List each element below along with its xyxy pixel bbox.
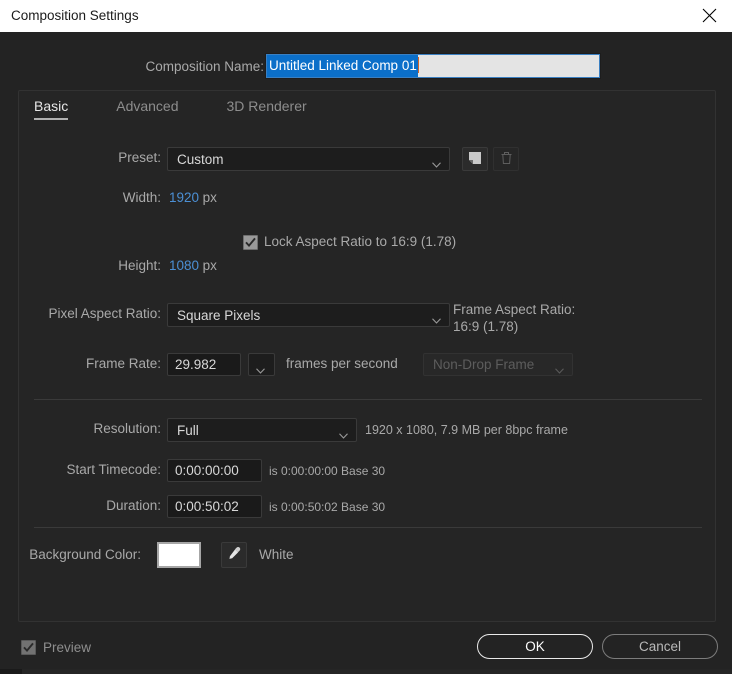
dialog-body: Composition Name: Untitled Linked Comp 0… <box>0 32 732 674</box>
tab-bar: Basic Advanced 3D Renderer <box>18 90 716 120</box>
width-value-group[interactable]: 1920 px <box>169 187 217 209</box>
drop-frame-select[interactable]: Non-Drop Frame <box>423 353 573 376</box>
background-color-swatch[interactable] <box>157 542 201 568</box>
close-button[interactable] <box>686 0 732 31</box>
window-title: Composition Settings <box>11 8 139 23</box>
duration-info: is 0:00:50:02 Base 30 <box>269 500 386 514</box>
chevron-down-icon <box>432 312 441 324</box>
eyedropper-icon <box>227 546 242 564</box>
width-value: 1920 <box>169 190 200 205</box>
preview-checkbox[interactable] <box>21 640 36 655</box>
dialog-footer: Preview OK Cancel <box>0 628 732 674</box>
divider-1 <box>34 399 702 400</box>
trash-icon <box>500 151 513 168</box>
lock-aspect-checkbox[interactable] <box>243 235 258 250</box>
preset-select[interactable]: Custom <box>167 147 450 171</box>
chevron-down-icon <box>339 427 348 439</box>
composition-name-row: Composition Name: Untitled Linked Comp 0… <box>0 53 732 80</box>
ok-button[interactable]: OK <box>477 634 593 659</box>
chevron-down-icon <box>256 362 265 374</box>
tab-advanced[interactable]: Advanced <box>116 98 178 120</box>
frame-aspect-ratio-value: 16:9 (1.78) <box>453 319 519 334</box>
text-caret <box>417 57 419 73</box>
resolution-label: Resolution: <box>93 421 161 436</box>
height-value: 1080 <box>169 258 200 273</box>
frames-per-second-label: frames per second <box>286 356 398 371</box>
resolution-value: Full <box>177 422 199 438</box>
tab-basic[interactable]: Basic <box>34 98 69 120</box>
composition-settings-dialog: Composition Settings Composition Name: U… <box>0 0 732 674</box>
width-unit: px <box>202 190 217 205</box>
frame-rate-input[interactable]: 29.982 <box>167 353 241 376</box>
chevron-down-icon <box>555 362 564 374</box>
new-preset-icon <box>468 151 482 168</box>
height-unit: px <box>202 258 217 273</box>
preset-label: Preset: <box>118 150 161 165</box>
height-label: Height: <box>118 258 161 273</box>
basic-settings-panel: Preset: Custom Width: 1920 px Lock Aspec… <box>18 90 716 622</box>
cancel-button[interactable]: Cancel <box>602 634 718 659</box>
composition-name-input[interactable]: Untitled Linked Comp 01 <box>265 53 601 79</box>
title-bar: Composition Settings <box>0 0 732 33</box>
chevron-down-icon <box>432 156 441 168</box>
background-window-sliver <box>0 669 732 674</box>
new-preset-button[interactable] <box>462 147 488 171</box>
preview-label: Preview <box>43 640 92 655</box>
duration-label: Duration: <box>106 498 161 513</box>
background-color-label: Background Color: <box>29 547 141 562</box>
composition-name-label: Composition Name: <box>145 59 264 74</box>
width-label: Width: <box>122 190 161 205</box>
divider-2 <box>34 527 702 528</box>
composition-name-value: Untitled Linked Comp 01 <box>267 55 418 77</box>
start-timecode-info: is 0:00:00:00 Base 30 <box>269 464 386 478</box>
start-timecode-input[interactable]: 0:00:00:00 <box>167 459 262 482</box>
background-window-sliver-dark <box>0 669 22 674</box>
drop-frame-value: Non-Drop Frame <box>433 357 535 372</box>
height-value-group[interactable]: 1080 px <box>169 255 217 277</box>
close-icon <box>702 8 717 23</box>
pixel-aspect-ratio-value: Square Pixels <box>177 307 261 323</box>
check-icon <box>245 237 256 248</box>
duration-input[interactable]: 0:00:50:02 <box>167 495 262 518</box>
delete-preset-button[interactable] <box>493 147 519 171</box>
tab-3d-renderer[interactable]: 3D Renderer <box>227 98 307 120</box>
eyedropper-button[interactable] <box>221 542 247 568</box>
pixel-aspect-ratio-label: Pixel Aspect Ratio: <box>48 306 161 321</box>
frame-rate-label: Frame Rate: <box>85 356 161 371</box>
resolution-select[interactable]: Full <box>167 418 357 442</box>
background-color-name: White <box>259 547 294 562</box>
check-icon <box>23 642 34 653</box>
preset-value: Custom <box>177 151 224 167</box>
frame-rate-dropdown[interactable] <box>248 353 275 376</box>
resolution-info: 1920 x 1080, 7.9 MB per 8bpc frame <box>365 423 568 437</box>
lock-aspect-label: Lock Aspect Ratio to 16:9 (1.78) <box>264 234 457 249</box>
start-timecode-label: Start Timecode: <box>66 462 161 477</box>
pixel-aspect-ratio-select[interactable]: Square Pixels <box>167 303 450 327</box>
